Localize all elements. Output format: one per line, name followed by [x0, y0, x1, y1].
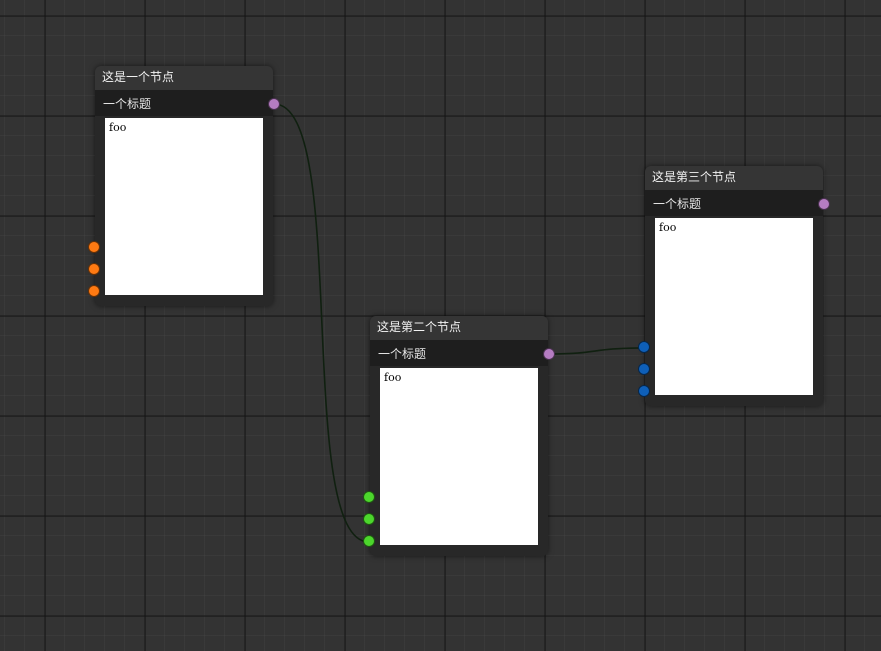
input-port[interactable] — [363, 535, 375, 547]
node-title[interactable]: 这是一个节点 — [95, 66, 273, 90]
input-port[interactable] — [638, 385, 650, 397]
input-port[interactable] — [363, 491, 375, 503]
node-text-area[interactable]: foo — [655, 218, 813, 395]
node-subtitle: 一个标题 — [370, 340, 548, 366]
connection-wire[interactable] — [273, 103, 370, 543]
node-card[interactable]: 这是一个节点 一个标题 foo — [95, 66, 273, 306]
input-port[interactable] — [363, 513, 375, 525]
node-subtitle: 一个标题 — [95, 90, 273, 116]
node-editor-canvas[interactable]: 这是一个节点 一个标题 foo 这是第二个节点 一个标题 foo 这是第三个节点… — [0, 0, 881, 651]
node-text-area[interactable]: foo — [105, 118, 263, 295]
output-port[interactable] — [268, 98, 280, 110]
node-text-area[interactable]: foo — [380, 368, 538, 545]
node-card[interactable]: 这是第二个节点 一个标题 foo — [370, 316, 548, 556]
input-port[interactable] — [638, 363, 650, 375]
output-port[interactable] — [543, 348, 555, 360]
output-port[interactable] — [818, 198, 830, 210]
input-port[interactable] — [88, 241, 100, 253]
input-port[interactable] — [638, 341, 650, 353]
input-port[interactable] — [88, 263, 100, 275]
input-port[interactable] — [88, 285, 100, 297]
node-subtitle: 一个标题 — [645, 190, 823, 216]
connection-wire[interactable] — [548, 347, 645, 355]
node-title[interactable]: 这是第二个节点 — [370, 316, 548, 340]
node-title[interactable]: 这是第三个节点 — [645, 166, 823, 190]
node-card[interactable]: 这是第三个节点 一个标题 foo — [645, 166, 823, 406]
